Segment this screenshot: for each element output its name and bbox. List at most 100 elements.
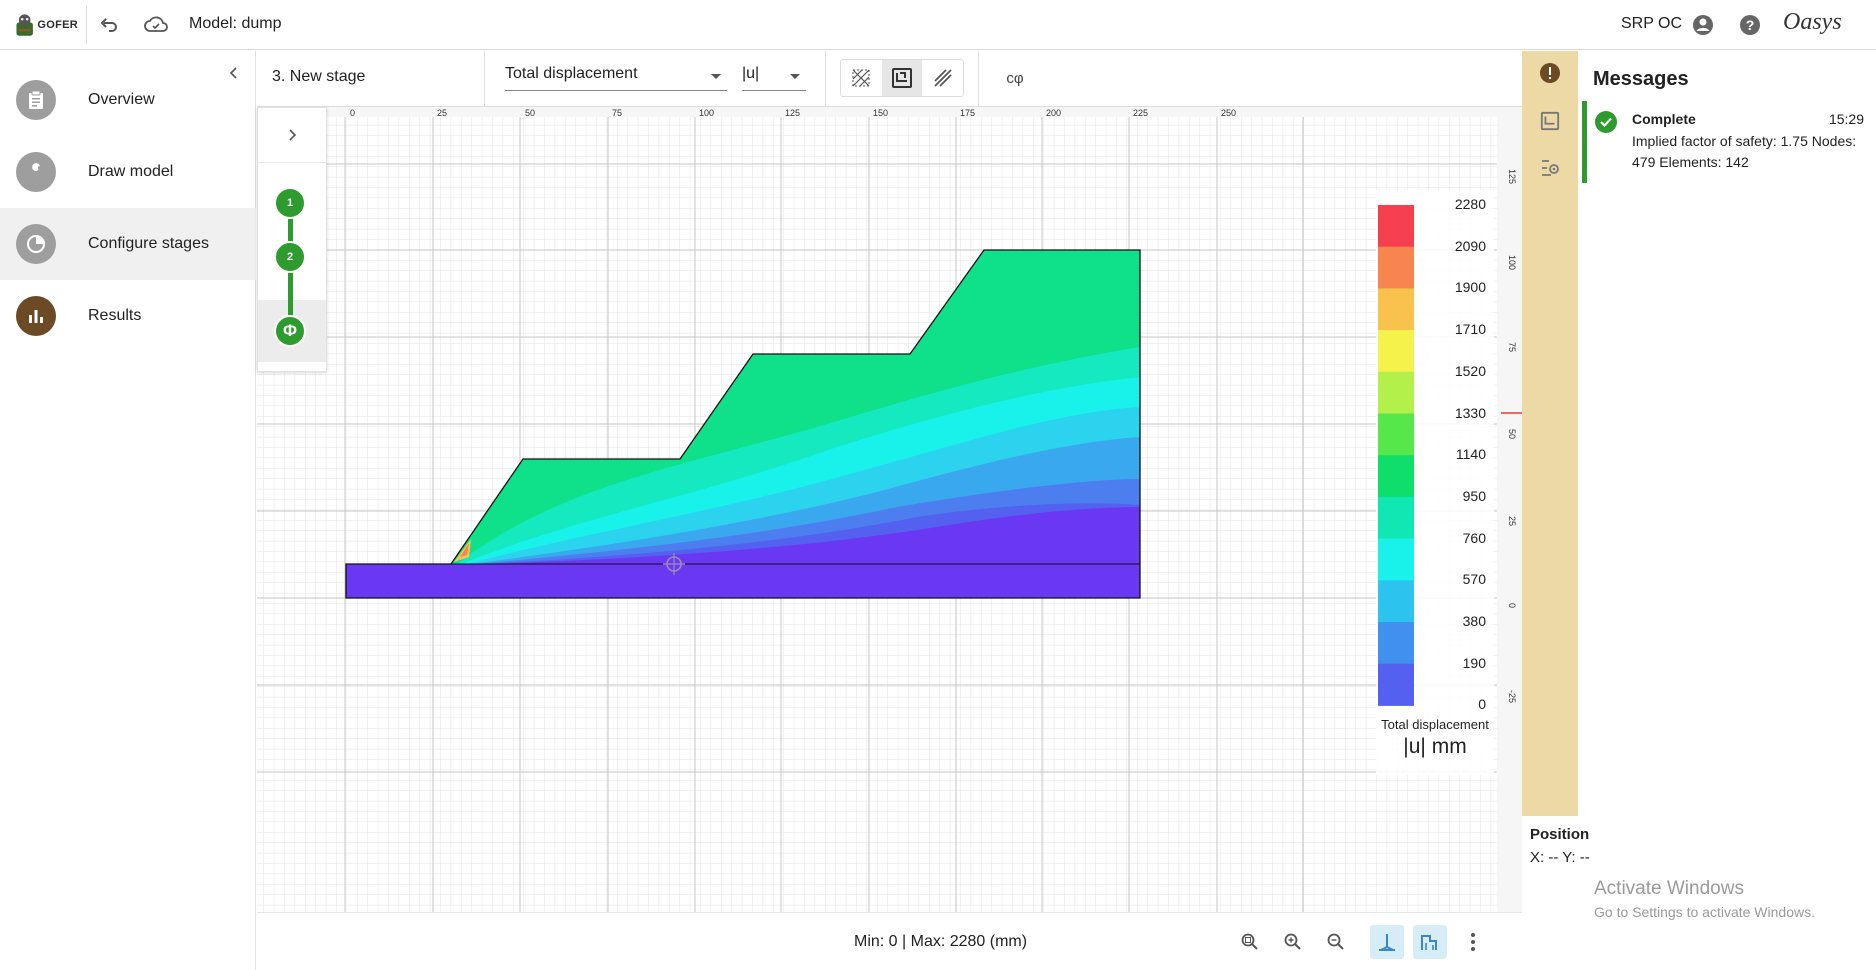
c-phi-icon: cφ bbox=[1006, 69, 1024, 87]
stage-1[interactable]: 1 bbox=[274, 187, 306, 219]
more-vert-icon bbox=[1471, 933, 1475, 951]
axes-toggle-button[interactable] bbox=[1370, 925, 1404, 959]
messages-tab[interactable] bbox=[1536, 59, 1564, 87]
contours-toggle-button[interactable] bbox=[881, 60, 923, 96]
gopher-logo-icon bbox=[16, 14, 33, 36]
undo-icon[interactable] bbox=[96, 12, 122, 38]
sidebar-item-label: Draw model bbox=[88, 163, 174, 180]
boundary-icon bbox=[1421, 935, 1437, 950]
ruler-tick: 125 bbox=[1507, 169, 1517, 184]
more-options-button[interactable] bbox=[1456, 925, 1490, 959]
position-title: Position bbox=[1530, 826, 1590, 843]
message-item[interactable]: Complete 15:29 Implied factor of safety:… bbox=[1582, 101, 1872, 183]
ruler-tick: 75 bbox=[612, 108, 622, 118]
sidebar-item-results[interactable]: Results bbox=[0, 280, 256, 352]
ruler-tick: 250 bbox=[1221, 108, 1236, 118]
activate-windows-watermark: Activate Windows bbox=[1594, 878, 1744, 899]
stages-icon bbox=[16, 224, 56, 264]
result-type-select[interactable]: Total displacement bbox=[505, 61, 727, 91]
legend-swatch bbox=[1378, 622, 1414, 665]
ruler-tick: 225 bbox=[1133, 108, 1148, 118]
legend: 2280 2090 1900 1710 1520 1330 1140 950 760 570 380… bbox=[1376, 190, 1494, 775]
sidebar-item-overview[interactable]: Overview bbox=[0, 64, 256, 136]
boundary-toggle-button[interactable] bbox=[1413, 925, 1447, 959]
ruler-tick: -25 bbox=[1507, 690, 1517, 703]
divider bbox=[86, 6, 87, 44]
ruler-tick: 100 bbox=[699, 108, 714, 118]
sidebar: Overview Draw model Configure stages Res… bbox=[0, 51, 256, 970]
mesh-toggle-button[interactable] bbox=[841, 60, 882, 96]
contours-tab[interactable] bbox=[1536, 107, 1564, 135]
zoom-fit-button[interactable] bbox=[1233, 925, 1267, 959]
account-icon[interactable] bbox=[1690, 12, 1716, 38]
sidebar-item-label: Results bbox=[88, 307, 142, 324]
divider bbox=[978, 51, 979, 107]
dropdown-arrow-icon bbox=[711, 74, 721, 79]
position-panel: Position X: -- Y: -- Activate Windows Go… bbox=[1522, 816, 1876, 970]
sidebar-item-label: Overview bbox=[88, 91, 155, 108]
axes-icon bbox=[1379, 934, 1395, 951]
brand-logo: Oasys bbox=[1783, 9, 1842, 35]
sidebar-item-draw-model[interactable]: Draw model bbox=[0, 136, 256, 208]
component-value: |u| bbox=[742, 65, 760, 82]
wrench-icon bbox=[16, 152, 56, 192]
stage-2[interactable]: 2 bbox=[274, 241, 306, 273]
stage-phi[interactable]: Φ bbox=[274, 315, 306, 347]
legend-swatch bbox=[1378, 413, 1414, 456]
legend-swatch bbox=[1378, 330, 1414, 373]
ruler-tick: 0 bbox=[350, 108, 355, 118]
zoom-in-button[interactable] bbox=[1276, 925, 1310, 959]
legend-swatch bbox=[1378, 496, 1414, 540]
legend-swatch bbox=[1378, 205, 1414, 248]
min-max-readout: Min: 0 | Max: 2280 (mm) bbox=[854, 933, 1028, 950]
legend-value: 1710 bbox=[1454, 321, 1486, 338]
zoom-fit-icon bbox=[1241, 933, 1258, 950]
results-toolbar: 3. New stage Total displacement |u| cφ bbox=[257, 51, 1522, 107]
dropdown-arrow-icon bbox=[790, 74, 800, 79]
ruler-tick: 0 bbox=[1507, 603, 1517, 608]
zoom-out-button[interactable] bbox=[1319, 925, 1353, 959]
svg-text:?: ? bbox=[1746, 17, 1755, 33]
bottom-bar: Min: 0 | Max: 2280 (mm) bbox=[257, 912, 1522, 970]
legend-value: 2280 bbox=[1454, 196, 1486, 212]
legend-units: |u| mm bbox=[1403, 735, 1467, 758]
divider bbox=[484, 51, 485, 107]
model-title: Model: dump bbox=[189, 15, 282, 32]
check-circle-icon bbox=[1595, 111, 1617, 133]
component-select[interactable]: |u| bbox=[742, 61, 806, 91]
config-icon bbox=[1542, 160, 1559, 176]
user-name: SRP OC bbox=[1621, 15, 1683, 32]
expand-stages-button[interactable] bbox=[258, 108, 326, 163]
slip-surface-toggle-button[interactable] bbox=[922, 60, 963, 96]
results-canvas[interactable]: 0 25 50 75 100 125 150 175 200 225 250 1… bbox=[257, 107, 1522, 912]
c-phi-button[interactable]: cφ bbox=[1000, 63, 1030, 93]
message-status: Complete bbox=[1632, 111, 1696, 127]
legend-value: 0 bbox=[1478, 696, 1486, 713]
legend-value: 950 bbox=[1462, 487, 1486, 504]
cloud-save-icon[interactable] bbox=[143, 12, 169, 38]
legend-caption: Total displacement bbox=[1381, 717, 1489, 732]
message-time: 15:29 bbox=[1828, 111, 1864, 127]
mesh-icon bbox=[852, 69, 870, 87]
right-ruler bbox=[1497, 107, 1522, 912]
top-bar: GOFER Model: dump SRP OC ? Oasys bbox=[0, 0, 1876, 50]
legend-swatch bbox=[1378, 538, 1414, 581]
legend-value: 380 bbox=[1462, 613, 1486, 629]
help-icon[interactable]: ? bbox=[1737, 12, 1763, 38]
contours-icon bbox=[1540, 111, 1560, 131]
app-logo[interactable]: GOFER bbox=[14, 7, 78, 43]
stages-panel: 1 2 Φ bbox=[257, 107, 327, 372]
alert-icon bbox=[1540, 63, 1560, 83]
settings-tab[interactable] bbox=[1536, 154, 1564, 182]
legend-value: 190 bbox=[1462, 654, 1486, 671]
position-readout: X: -- Y: -- bbox=[1530, 849, 1590, 866]
ruler-tick: 175 bbox=[960, 108, 975, 118]
activate-windows-hint: Go to Settings to activate Windows. bbox=[1594, 904, 1815, 920]
ruler-tick: 50 bbox=[1507, 429, 1517, 439]
divider bbox=[825, 51, 826, 107]
ruler-tick: 100 bbox=[1507, 255, 1517, 270]
sidebar-item-label: Configure stages bbox=[88, 235, 209, 252]
sidebar-item-configure-stages[interactable]: Configure stages bbox=[0, 208, 256, 280]
legend-value: 2090 bbox=[1454, 237, 1486, 254]
legend-value: 1900 bbox=[1454, 279, 1486, 296]
